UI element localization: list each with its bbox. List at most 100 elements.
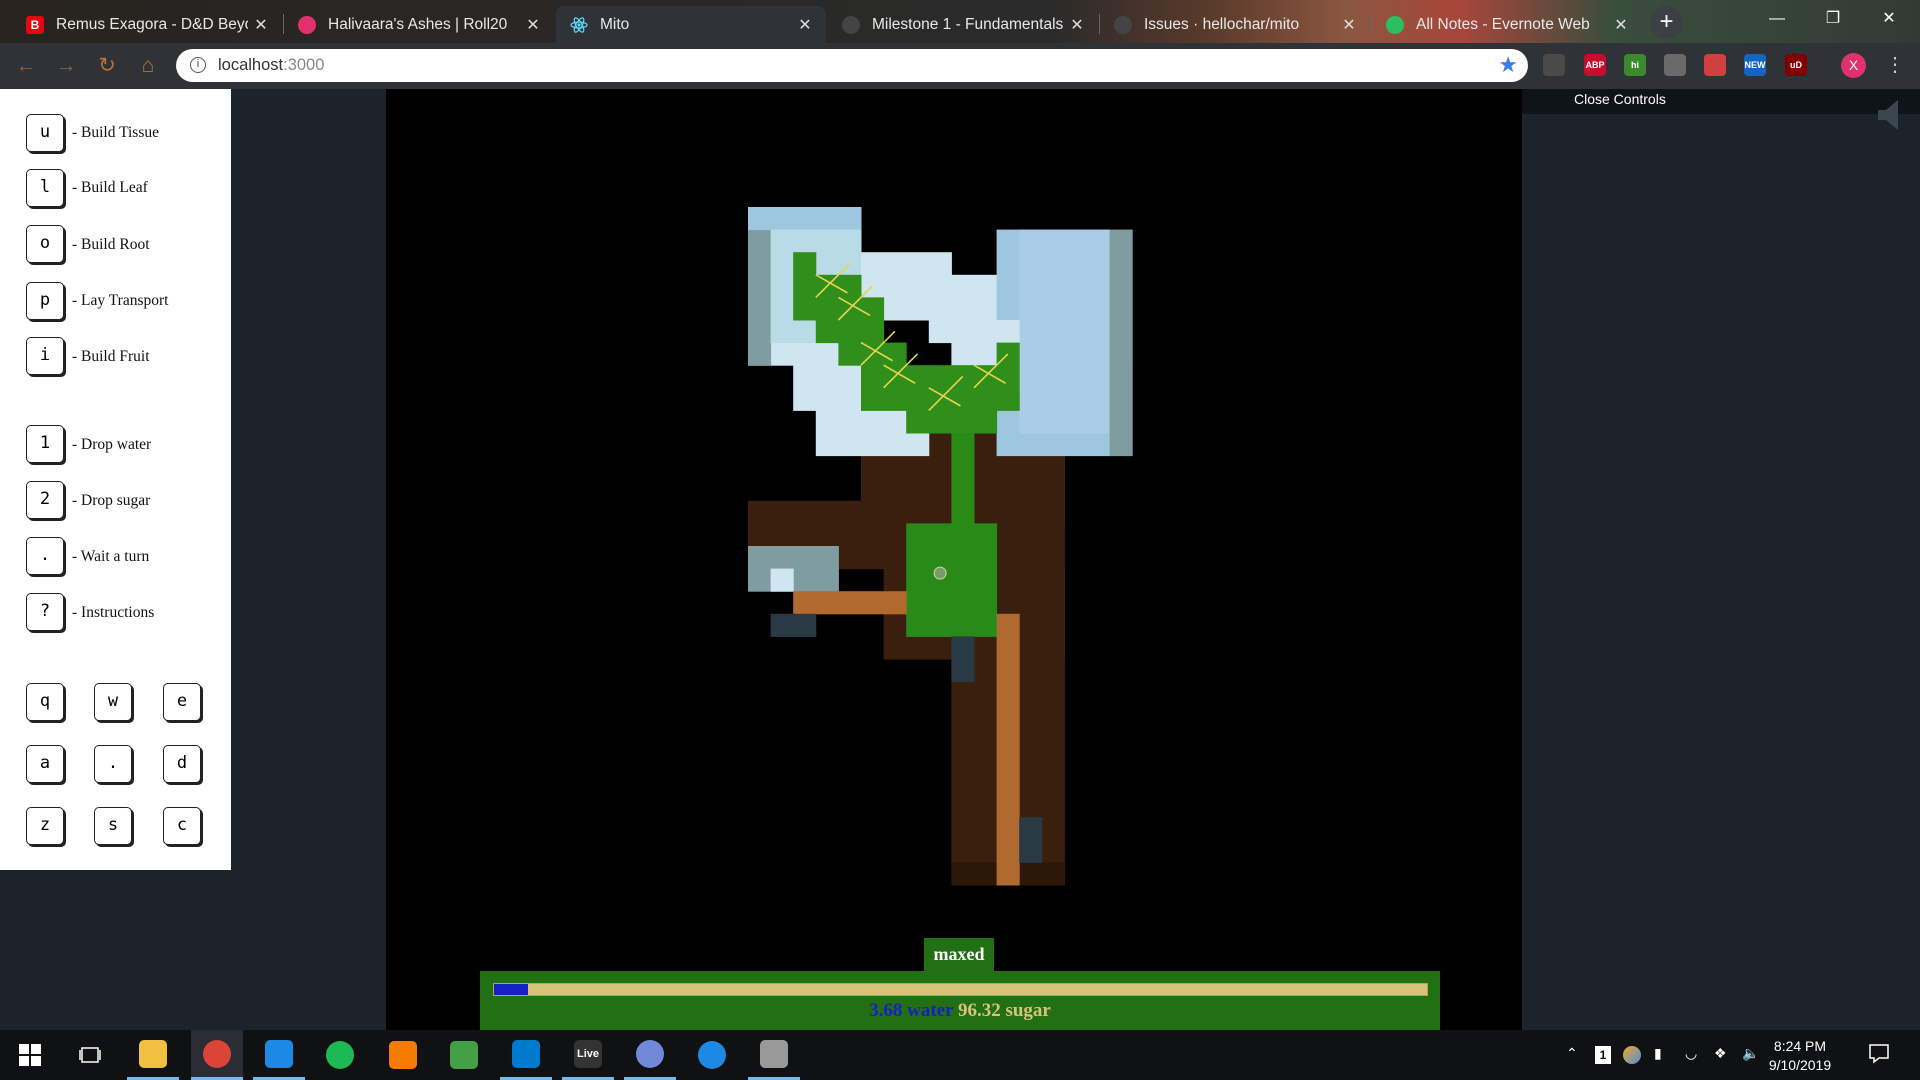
key-instructions[interactable]: ? [26,593,64,631]
window-close-button[interactable]: ✕ [1866,2,1912,36]
right-side-panel [1522,114,1920,1030]
maps-taskbar-icon[interactable] [686,1030,738,1080]
tab-evernote[interactable]: All Notes - Evernote Web ✕ [1372,6,1642,43]
vim-taskbar-icon[interactable] [438,1030,490,1080]
move-key-a[interactable]: a [26,745,64,783]
move-key-w[interactable]: w [94,683,132,721]
sugar-amount: 96.32 [957,1000,1001,1021]
profile-avatar[interactable]: X [1841,53,1866,78]
battery-icon[interactable]: ▮ [1654,1045,1662,1062]
live-taskbar-icon[interactable]: Live [562,1030,614,1080]
start-windows-icon[interactable] [4,1030,56,1080]
tab-title: Remus Exagora - D&D Beyon [56,15,248,33]
tissue-tile [906,523,998,637]
new-extension-icon[interactable]: NEW [1744,54,1766,76]
resource-bar: 3.68 water 96.32 sugar [480,971,1440,1030]
browser-tab-bar: B Remus Exagora - D&D Beyon ✕ Halivaara'… [0,0,1920,43]
water-amount: 3.68 [869,1000,903,1021]
move-key-wait[interactable]: . [94,745,132,783]
vscode-taskbar-icon[interactable] [500,1030,552,1080]
system-clock[interactable]: 8:24 PM 9/10/2019 [1760,1037,1840,1075]
forward-arrow-icon[interactable]: → [52,52,80,80]
control-label: - Build Fruit [72,348,150,365]
rock-tile [951,636,975,683]
water-label: water [907,1000,954,1021]
key-build-root[interactable]: o [26,225,64,263]
github-icon [1114,15,1132,34]
tab-dndbeyond[interactable]: B Remus Exagora - D&D Beyon ✕ [12,6,282,43]
key-wait-turn[interactable]: . [26,537,64,575]
site-info-icon[interactable]: i [190,57,206,73]
key-drop-water[interactable]: 1 [26,425,64,463]
control-label: - Instructions [72,604,155,621]
control-label: - Build Root [72,236,150,253]
move-key-d[interactable]: d [163,745,201,783]
move-key-s[interactable]: s [94,807,132,845]
speaker-icon[interactable] [1878,100,1900,130]
key-build-fruit[interactable]: i [26,337,64,375]
ublock-origin-icon[interactable]: uD [1785,54,1807,76]
move-key-e[interactable]: e [163,683,201,721]
control-label: - Build Leaf [72,179,148,196]
plant-world-map[interactable] [386,89,1522,1030]
close-controls-button[interactable]: Close Controls [1574,91,1666,107]
transport-tile [996,613,1020,886]
game-canvas[interactable] [386,89,1522,1030]
extension-icon[interactable] [1543,54,1565,76]
dropbox-icon[interactable]: ❖ [1714,1045,1727,1062]
address-bar[interactable]: i localhost:3000 ★ [176,49,1528,82]
close-icon[interactable]: ✕ [792,15,818,35]
tab-title: Halivaara's Ashes | Roll20 [328,15,508,33]
paint-taskbar-icon[interactable] [748,1030,800,1080]
volume-icon[interactable]: 🔈 [1742,1045,1759,1062]
back-arrow-icon[interactable]: ← [12,52,40,80]
weather-tray-icon[interactable] [1623,1046,1641,1064]
tab-title: Mito [600,15,630,33]
minimize-button[interactable]: — [1754,2,1800,36]
air-tile [748,207,862,231]
key-lay-transport[interactable]: p [26,282,64,320]
adblock-plus-icon[interactable]: ABP [1584,54,1606,76]
discord-taskbar-icon[interactable] [624,1030,676,1080]
search-app-taskbar-icon[interactable] [377,1030,429,1080]
tab-issues[interactable]: Issues · hellochar/mito ✕ [1100,6,1370,43]
move-key-z[interactable]: z [26,807,64,845]
home-icon[interactable]: ⌂ [134,52,162,80]
tab-mito[interactable]: Mito ✕ [556,6,826,43]
extension-card-icon[interactable] [1664,54,1686,76]
notification-count-badge[interactable]: 1 [1595,1046,1611,1064]
rock-tile [770,613,817,637]
move-key-q[interactable]: q [26,683,64,721]
close-icon[interactable]: ✕ [1336,15,1362,35]
leaf-tile [815,320,885,344]
reload-icon[interactable]: ↻ [93,52,121,80]
key-build-tissue[interactable]: u [26,114,64,152]
tab-roll20[interactable]: Halivaara's Ashes | Roll20 ✕ [284,6,554,43]
spotify-taskbar-icon[interactable] [314,1030,366,1080]
roll20-icon [298,15,316,34]
action-center-icon[interactable] [1868,1042,1890,1067]
air-tile [1109,229,1133,457]
dndbeyond-icon: B [26,15,44,34]
task-view-icon[interactable] [64,1030,116,1080]
wifi-icon[interactable]: ◡ [1685,1045,1697,1062]
close-icon[interactable]: ✕ [248,15,274,35]
file-explorer-taskbar-icon[interactable] [127,1030,179,1080]
restore-button[interactable]: ❐ [1810,2,1856,36]
tab-milestone[interactable]: Milestone 1 - Fundamentals ✕ [828,6,1098,43]
editor-taskbar-icon[interactable] [253,1030,305,1080]
close-icon[interactable]: ✕ [1608,15,1634,35]
move-key-c[interactable]: c [163,807,201,845]
key-build-leaf[interactable]: l [26,169,64,207]
clock-time: 8:24 PM [1773,1038,1827,1054]
bookmark-star-icon[interactable]: ★ [1498,52,1518,78]
key-drop-sugar[interactable]: 2 [26,481,64,519]
privacy-badger-icon[interactable] [1704,54,1726,76]
close-icon[interactable]: ✕ [520,15,546,35]
chevron-up-icon[interactable]: ⌃ [1566,1045,1578,1062]
honey-icon[interactable]: hi [1624,54,1646,76]
close-icon[interactable]: ✕ [1064,15,1090,35]
browser-menu-icon[interactable]: ⋮ [1885,52,1905,77]
new-tab-button[interactable]: + [1650,6,1683,39]
chrome-taskbar-icon[interactable] [191,1030,243,1080]
